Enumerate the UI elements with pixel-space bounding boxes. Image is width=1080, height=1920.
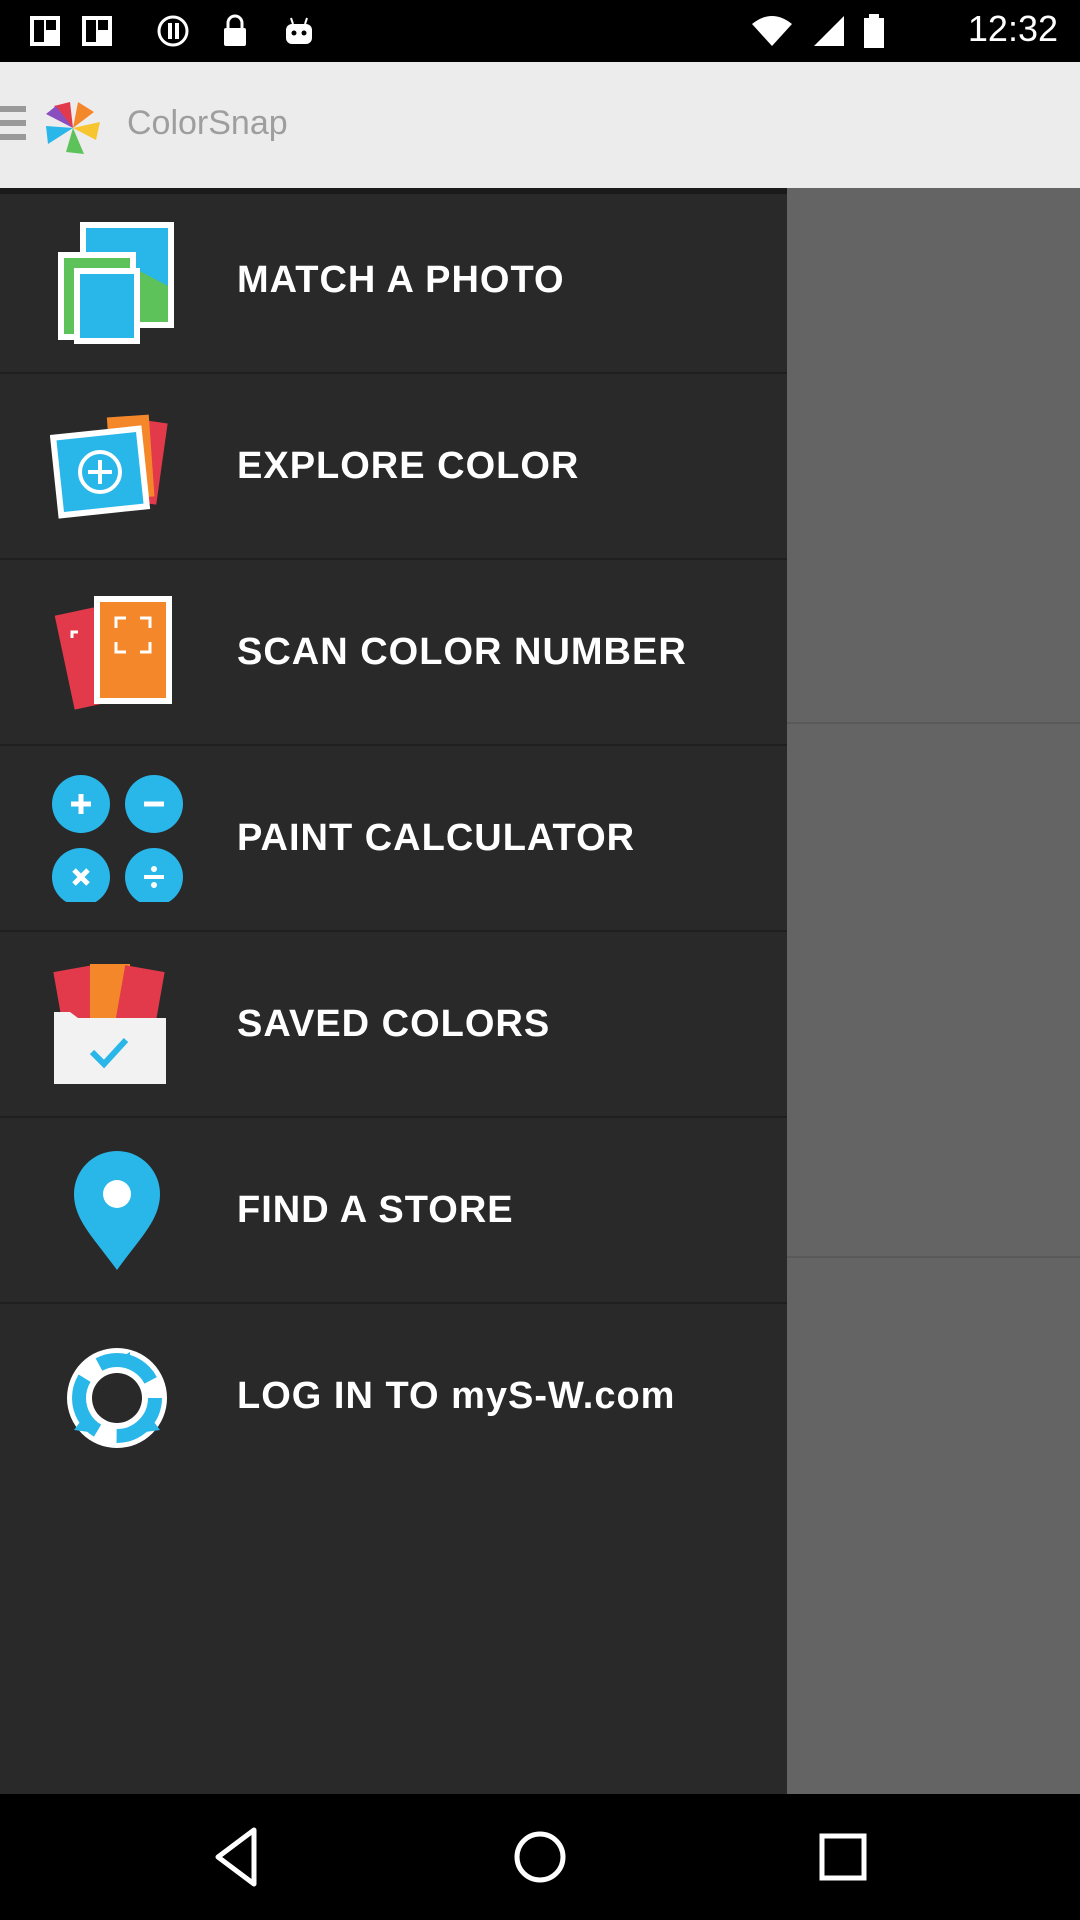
wifi-icon <box>752 16 792 46</box>
hamburger-icon[interactable] <box>0 106 26 142</box>
alert-circle-icon <box>157 15 189 47</box>
status-time: 12:32 <box>967 8 1058 49</box>
signal-icon <box>814 16 844 46</box>
menu-item-label: LOG IN TO myS-W.com <box>237 1375 676 1417</box>
menu-item-label: SCAN COLOR NUMBER <box>237 631 687 673</box>
menu-item-label: MATCH A PHOTO <box>237 259 565 301</box>
location-pin-icon <box>74 1151 160 1270</box>
app-title: ColorSnap <box>127 104 288 142</box>
photo-icon <box>30 16 60 46</box>
dimmed-backdrop[interactable] <box>787 188 1080 1794</box>
back-icon[interactable] <box>204 1822 274 1892</box>
menu-item-paint-calculator[interactable]: PAINT CALCULATOR <box>0 746 787 932</box>
backdrop-divider <box>787 1256 1080 1258</box>
scan-color-icon <box>54 596 172 710</box>
lock-icon <box>224 14 246 46</box>
menu-item-label: FIND A STORE <box>237 1189 514 1231</box>
saved-colors-icon <box>53 964 166 1084</box>
menu-item-label: EXPLORE COLOR <box>237 445 580 487</box>
menu-item-log-in[interactable]: LOG IN TO myS-W.com <box>0 1304 787 1488</box>
explore-color-icon <box>50 414 168 519</box>
status-bar: 12:32 <box>0 0 1080 62</box>
android-icon <box>286 17 312 44</box>
navigation-drawer: MATCH A PHOTO EXPLORE COLOR SCAN COLOR N… <box>0 188 787 1794</box>
menu-item-label: PAINT CALCULATOR <box>237 817 636 859</box>
menu-item-scan-color-number[interactable]: SCAN COLOR NUMBER <box>0 560 787 746</box>
login-sync-icon <box>67 1348 167 1448</box>
menu-item-match-a-photo[interactable]: MATCH A PHOTO <box>0 188 787 374</box>
menu-item-explore-color[interactable]: EXPLORE COLOR <box>0 374 787 560</box>
colorsnap-logo-icon[interactable] <box>44 100 102 156</box>
photo-icon <box>82 16 112 46</box>
system-nav-bar <box>0 1794 1080 1920</box>
battery-icon <box>864 14 884 48</box>
match-photo-icon <box>58 222 174 344</box>
menu-item-saved-colors[interactable]: SAVED COLORS <box>0 932 787 1118</box>
backdrop-divider <box>787 722 1080 724</box>
paint-calculator-icon <box>52 775 183 902</box>
menu-item-label: SAVED COLORS <box>237 1003 551 1045</box>
menu-item-find-a-store[interactable]: FIND A STORE <box>0 1118 787 1304</box>
recents-icon[interactable] <box>808 1822 878 1892</box>
app-bar: ColorSnap <box>0 62 1080 188</box>
home-icon[interactable] <box>505 1822 575 1892</box>
